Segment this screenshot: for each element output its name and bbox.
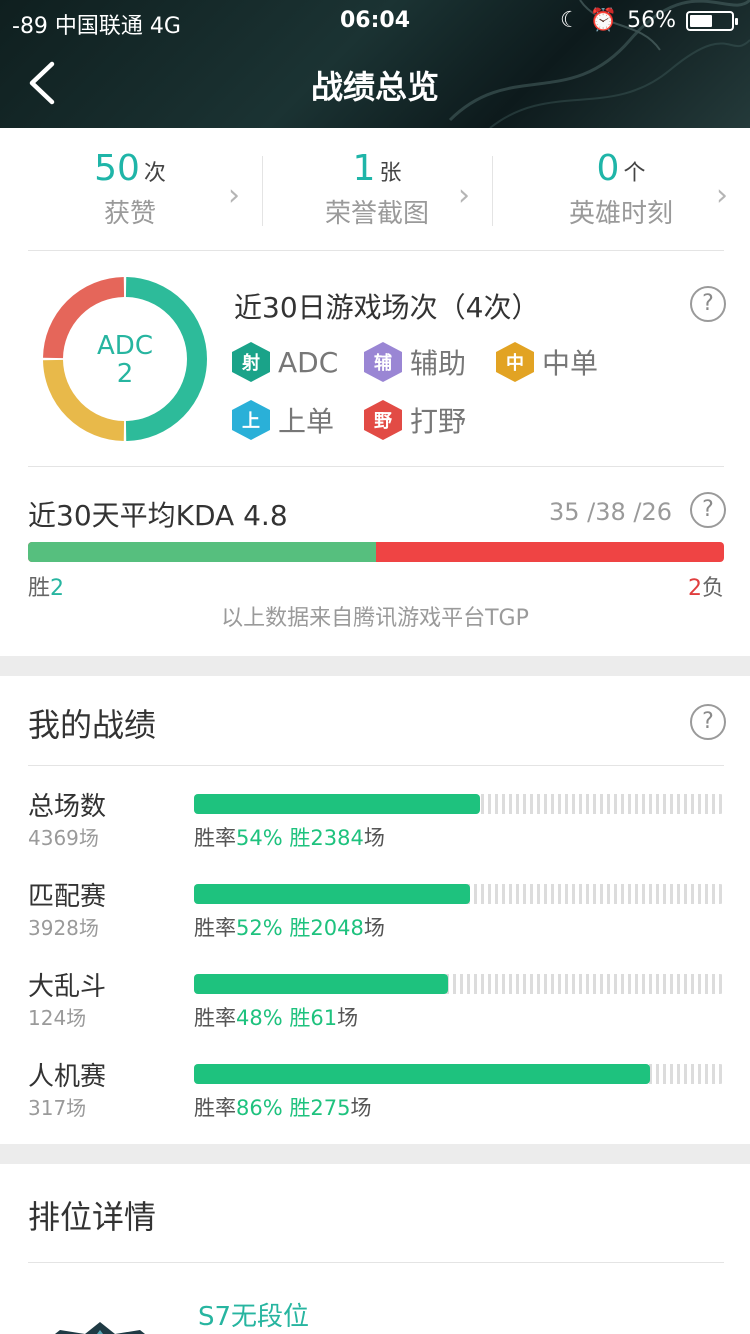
role-support: 辅 辅助 bbox=[364, 342, 466, 382]
role-label: ADC bbox=[278, 345, 339, 379]
rank-title: 排位详情 bbox=[28, 1198, 157, 1236]
winrate-bar bbox=[194, 884, 724, 904]
divider bbox=[28, 250, 724, 251]
likes-unit: 次 bbox=[143, 161, 166, 186]
record-name: 大乱斗 bbox=[28, 972, 107, 1002]
hero-moments-unit: 个 bbox=[623, 161, 646, 186]
winrate-fill bbox=[194, 1064, 650, 1084]
hero-moments-label: 英雄时刻 bbox=[568, 199, 673, 229]
winrate-bar bbox=[194, 794, 724, 814]
record-name: 人机赛 bbox=[28, 1062, 107, 1092]
role-mid: 中 中单 bbox=[496, 342, 598, 382]
record-games-count: 4369场 bbox=[28, 826, 99, 850]
hero-moments-stat[interactable]: 0个 英雄时刻 › bbox=[492, 128, 750, 250]
screenshots-count: 1 bbox=[352, 148, 376, 189]
record-games-count: 317场 bbox=[28, 1096, 87, 1120]
wins-value: 61 bbox=[310, 1006, 338, 1030]
winrate-text: 胜率86% 胜275场 bbox=[194, 1096, 372, 1120]
app-header: -89 中国联通 4G 06:04 ☾ ⏰ 56% 战绩总览 bbox=[0, 0, 750, 128]
support-badge-icon: 辅 bbox=[364, 342, 402, 382]
winrate-bar bbox=[194, 974, 724, 994]
winrate-text: 胜率54% 胜2384场 bbox=[194, 826, 385, 850]
donut-center: ADC 2 bbox=[40, 332, 210, 388]
record-name: 总场数 bbox=[28, 792, 107, 822]
likes-count: 50 bbox=[94, 148, 140, 189]
role-label: 辅助 bbox=[410, 347, 467, 380]
wins-count: 2 bbox=[50, 576, 65, 601]
data-source-note: 以上数据来自腾讯游戏平台TGP bbox=[221, 606, 529, 631]
winrate-text: 胜率52% 胜2048场 bbox=[194, 916, 385, 940]
losses-label: 2负 bbox=[687, 576, 724, 601]
role-jungle: 野 打野 bbox=[364, 400, 466, 440]
role-label: 上单 bbox=[278, 405, 335, 438]
kda-stats: 35 /38 /26 bbox=[548, 498, 672, 526]
win-portion bbox=[28, 542, 376, 562]
screenshots-stat[interactable]: 1张 荣誉截图 › bbox=[262, 128, 492, 250]
record-games-count: 124场 bbox=[28, 1006, 87, 1030]
record-name: 匹配赛 bbox=[28, 882, 107, 912]
winrate-value: 52% bbox=[236, 916, 283, 940]
adc-badge-icon: 射 bbox=[232, 342, 270, 382]
help-icon[interactable]: ? bbox=[690, 492, 726, 528]
rank-emblem-icon bbox=[55, 1322, 145, 1334]
winrate-fill bbox=[194, 884, 470, 904]
help-icon[interactable]: ? bbox=[690, 704, 726, 740]
status-right: ☾ ⏰ 56% bbox=[559, 8, 738, 33]
divider bbox=[28, 466, 724, 467]
page-title: 战绩总览 bbox=[310, 68, 439, 106]
likes-label: 获赞 bbox=[103, 199, 156, 229]
wins-value: 2384 bbox=[310, 826, 364, 850]
divider bbox=[28, 1262, 724, 1263]
wins-value: 2048 bbox=[310, 916, 364, 940]
losses-count: 2 bbox=[687, 576, 702, 601]
winrate-bar bbox=[194, 1064, 724, 1084]
recent-games-title: 近30日游戏场次（4次） bbox=[234, 291, 540, 324]
wins-label: 胜2 bbox=[28, 576, 65, 601]
winrate-text: 胜率48% 胜61场 bbox=[194, 1006, 359, 1030]
divider bbox=[28, 765, 724, 766]
winrate-value: 86% bbox=[236, 1096, 283, 1120]
status-bar: -89 中国联通 4G 06:04 ☾ ⏰ 56% bbox=[0, 6, 750, 39]
role-top: 上 上单 bbox=[232, 400, 334, 440]
winrate-fill bbox=[194, 974, 449, 994]
help-icon[interactable]: ? bbox=[690, 286, 726, 322]
role-adc: 射 ADC bbox=[232, 342, 338, 382]
chevron-right-icon: › bbox=[716, 178, 728, 213]
summary-stats: 50 次 获赞 › 1张 荣誉截图 › 0个 英雄时刻 › bbox=[0, 128, 750, 250]
section-gap bbox=[0, 656, 750, 676]
chevron-right-icon: › bbox=[458, 178, 470, 213]
winrate-value: 54% bbox=[236, 826, 283, 850]
donut-role-label: ADC bbox=[97, 331, 153, 361]
alarm-icon: ⏰ bbox=[589, 8, 618, 33]
winrate-fill bbox=[194, 794, 481, 814]
donut-role-count: 2 bbox=[116, 359, 134, 389]
mid-badge-icon: 中 bbox=[496, 342, 534, 382]
winrate-value: 48% bbox=[236, 1006, 283, 1030]
battery-icon bbox=[686, 10, 738, 31]
wins-value: 275 bbox=[310, 1096, 351, 1120]
role-label: 中单 bbox=[542, 347, 599, 380]
moon-icon: ☾ bbox=[559, 8, 580, 33]
record-games-count: 3928场 bbox=[28, 916, 99, 940]
hero-moments-count: 0 bbox=[596, 148, 620, 189]
my-records-title: 我的战绩 bbox=[28, 706, 157, 744]
win-loss-bar bbox=[28, 542, 724, 562]
kda-title: 近30天平均KDA 4.8 bbox=[28, 499, 288, 532]
rank-season: S7无段位 bbox=[198, 1302, 310, 1332]
chevron-right-icon: › bbox=[228, 178, 240, 213]
screenshots-unit: 张 bbox=[379, 161, 402, 186]
battery-percent: 56% bbox=[627, 8, 676, 33]
top-badge-icon: 上 bbox=[232, 400, 270, 440]
jungle-badge-icon: 野 bbox=[364, 400, 402, 440]
section-gap bbox=[0, 1144, 750, 1164]
likes-stat[interactable]: 50 次 获赞 › bbox=[0, 128, 260, 250]
role-label: 打野 bbox=[410, 405, 467, 438]
